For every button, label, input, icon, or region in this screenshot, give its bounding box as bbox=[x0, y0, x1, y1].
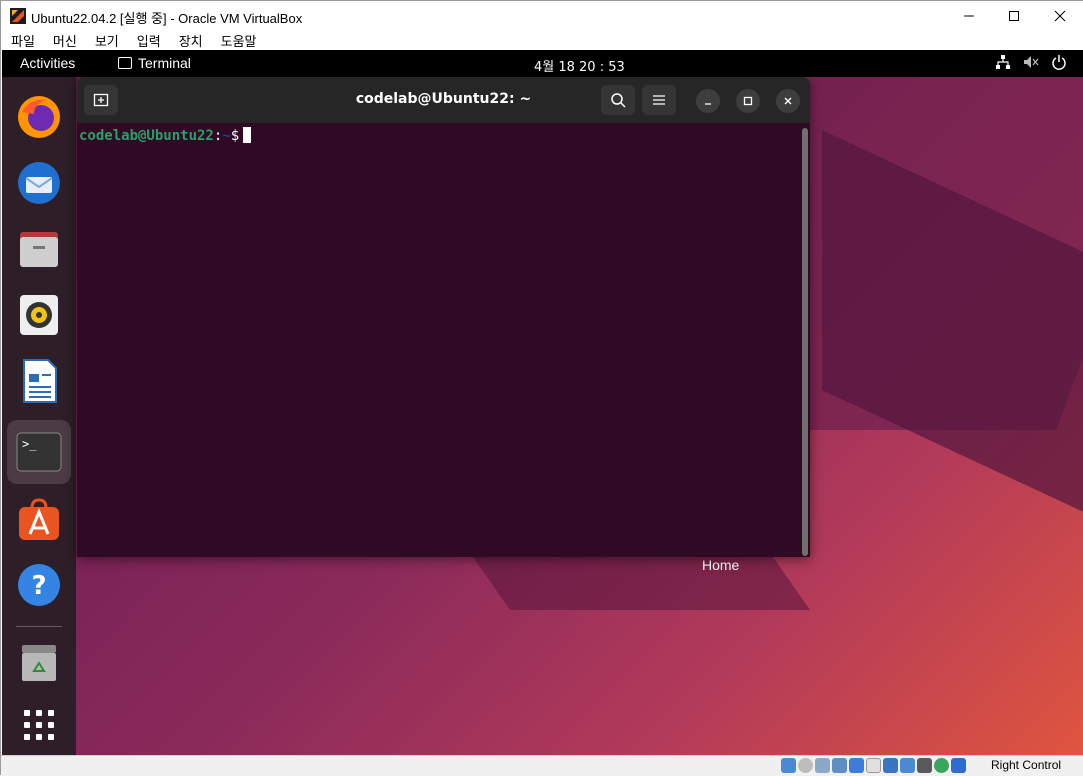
app-name: Terminal bbox=[138, 55, 191, 71]
optical-drive-icon[interactable] bbox=[798, 758, 813, 773]
maximize-icon bbox=[743, 96, 753, 106]
dock-writer[interactable] bbox=[9, 351, 69, 411]
app-center-icon bbox=[19, 498, 59, 540]
activities-button[interactable]: Activities bbox=[20, 55, 75, 71]
terminal-close-button[interactable] bbox=[776, 89, 800, 113]
svg-text:>_: >_ bbox=[22, 437, 37, 451]
maximize-icon bbox=[1009, 11, 1019, 21]
menu-machine[interactable]: 머신 bbox=[43, 31, 85, 50]
menu-button[interactable] bbox=[642, 85, 676, 115]
dock-thunderbird[interactable] bbox=[9, 153, 69, 213]
dock-separator bbox=[16, 626, 62, 627]
close-icon bbox=[1054, 10, 1066, 22]
menu-help[interactable]: 도움말 bbox=[211, 31, 265, 50]
dock-app-center[interactable] bbox=[9, 489, 69, 549]
virtualbox-window: Ubuntu22.04.2 [실행 중] - Oracle VM Virtual… bbox=[0, 0, 1083, 776]
dock-terminal[interactable]: >_ bbox=[7, 420, 71, 484]
dock-help[interactable]: ? bbox=[9, 555, 69, 615]
keyboard-capture-icon[interactable] bbox=[951, 758, 966, 773]
ubuntu-dock: >_ ? bbox=[2, 77, 76, 755]
terminal-minimize-button[interactable] bbox=[696, 89, 720, 113]
clock[interactable]: 4월 18 20 : 53 bbox=[534, 56, 625, 75]
network-adapter-icon[interactable] bbox=[832, 758, 847, 773]
volume-muted-icon[interactable] bbox=[1023, 54, 1039, 70]
text-cursor bbox=[243, 127, 252, 143]
terminal-icon bbox=[118, 57, 132, 69]
close-button[interactable] bbox=[1037, 1, 1083, 31]
dock-rhythmbox[interactable] bbox=[9, 285, 69, 345]
virtualbox-menubar: 파일 머신 보기 입력 장치 도움말 bbox=[1, 31, 1083, 50]
usb-icon[interactable] bbox=[849, 758, 864, 773]
hamburger-menu-icon bbox=[653, 95, 665, 105]
minimize-icon bbox=[705, 103, 711, 105]
thunderbird-icon bbox=[18, 162, 60, 204]
terminal-icon: >_ bbox=[16, 432, 62, 472]
prompt-symbol: $ bbox=[230, 128, 240, 144]
terminal-window[interactable]: codelab@Ubuntu22: ~ codelab@Ubuntu22:~$ bbox=[77, 77, 810, 557]
terminal-scrollbar[interactable] bbox=[802, 128, 808, 556]
prompt-path: ~ bbox=[222, 128, 231, 144]
close-icon bbox=[784, 97, 792, 105]
rhythmbox-icon bbox=[20, 295, 58, 335]
search-button[interactable] bbox=[601, 85, 635, 115]
menu-file[interactable]: 파일 bbox=[1, 31, 43, 50]
host-key-label: Right Control bbox=[991, 758, 1062, 772]
window-title: Ubuntu22.04.2 [실행 중] - Oracle VM Virtual… bbox=[31, 11, 303, 26]
dock-show-apps[interactable] bbox=[9, 695, 69, 755]
app-menu-terminal[interactable]: Terminal bbox=[118, 55, 191, 71]
dock-files[interactable] bbox=[9, 219, 69, 279]
menu-input[interactable]: 입력 bbox=[127, 31, 169, 50]
shared-folders-icon[interactable] bbox=[866, 758, 881, 773]
network-icon[interactable] bbox=[995, 54, 1011, 70]
show-apps-icon bbox=[24, 710, 54, 740]
guest-screen[interactable]: Activities Terminal 4월 18 20 : 53 >_ ? H… bbox=[2, 50, 1083, 755]
menu-devices[interactable]: 장치 bbox=[169, 31, 211, 50]
terminal-maximize-button[interactable] bbox=[736, 89, 760, 113]
cpu-icon[interactable] bbox=[917, 758, 932, 773]
virtualbox-statusbar: Right Control bbox=[1, 755, 1083, 776]
terminal-body[interactable]: codelab@Ubuntu22:~$ bbox=[77, 123, 810, 557]
audio-icon[interactable] bbox=[815, 758, 830, 773]
libreoffice-writer-icon bbox=[23, 359, 57, 403]
help-icon: ? bbox=[18, 564, 60, 606]
dock-trash[interactable] bbox=[9, 632, 69, 692]
video-capture-icon[interactable] bbox=[900, 758, 915, 773]
trash-icon bbox=[22, 645, 56, 681]
maximize-button[interactable] bbox=[991, 1, 1037, 31]
system-tray[interactable] bbox=[995, 54, 1067, 70]
firefox-icon bbox=[18, 96, 60, 138]
shell-prompt: codelab@Ubuntu22:~$ bbox=[79, 127, 808, 144]
menu-view[interactable]: 보기 bbox=[85, 31, 127, 50]
svg-text:?: ? bbox=[31, 571, 46, 601]
prompt-user: codelab@Ubuntu22 bbox=[79, 128, 214, 144]
gnome-top-bar: Activities Terminal 4월 18 20 : 53 bbox=[2, 50, 1083, 77]
minimize-icon bbox=[964, 15, 974, 17]
mouse-integration-icon[interactable] bbox=[934, 758, 949, 773]
files-icon bbox=[20, 232, 58, 267]
search-icon bbox=[611, 93, 626, 108]
virtualbox-titlebar[interactable]: Ubuntu22.04.2 [실행 중] - Oracle VM Virtual… bbox=[1, 1, 1083, 31]
hard-disk-icon[interactable] bbox=[781, 758, 796, 773]
desktop-home-label[interactable]: Home bbox=[702, 557, 739, 573]
status-icons bbox=[781, 758, 966, 773]
minimize-button[interactable] bbox=[946, 1, 992, 31]
display-icon[interactable] bbox=[883, 758, 898, 773]
dock-firefox[interactable] bbox=[9, 87, 69, 147]
power-icon[interactable] bbox=[1051, 54, 1067, 70]
terminal-headerbar[interactable]: codelab@Ubuntu22: ~ bbox=[77, 77, 810, 123]
virtualbox-app-icon bbox=[10, 8, 26, 24]
